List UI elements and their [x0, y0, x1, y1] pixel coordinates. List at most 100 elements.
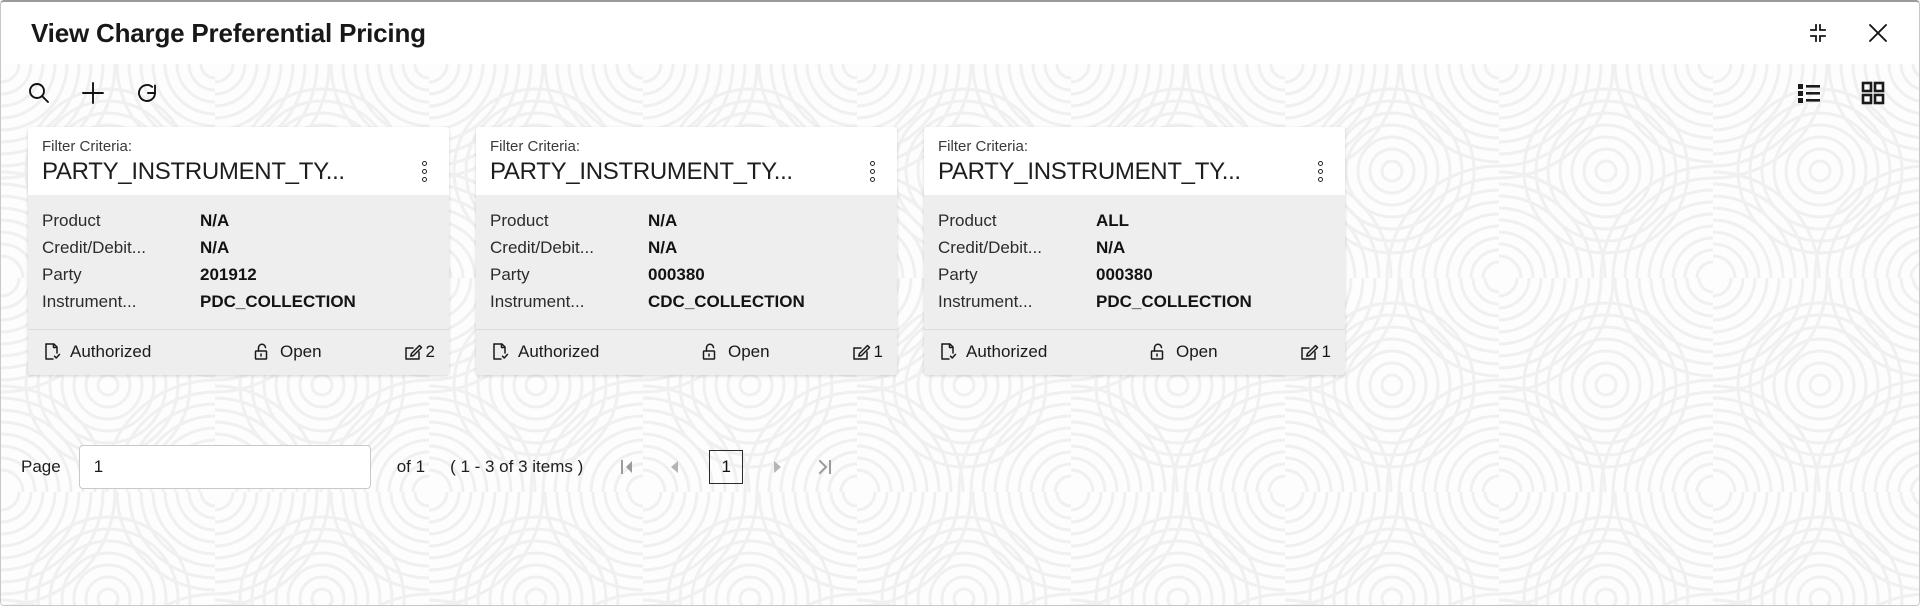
card-field-row: Party 000380 [938, 262, 1331, 288]
unlock-icon [1148, 342, 1168, 362]
card-body: Product N/A Credit/Debit... N/A Party 00… [476, 195, 897, 329]
next-page-icon[interactable] [763, 452, 791, 482]
action-toolbar [1, 64, 1919, 122]
card-field-row: Product ALL [938, 208, 1331, 234]
field-value: 000380 [1096, 262, 1153, 288]
field-value: PDC_COLLECTION [200, 289, 356, 315]
prev-page-icon[interactable] [661, 452, 689, 482]
last-page-icon[interactable] [811, 452, 839, 482]
field-label: Instrument... [938, 289, 1096, 315]
lock-badge: Open [1148, 342, 1218, 362]
page-total-label: of 1 [397, 457, 425, 477]
unlock-icon [252, 342, 272, 362]
field-value: PDC_COLLECTION [1096, 289, 1252, 315]
close-icon[interactable] [1861, 16, 1895, 50]
card-body: Product N/A Credit/Debit... N/A Party 20… [28, 195, 449, 329]
status-text: Authorized [518, 342, 599, 362]
pagination-bar: Page of 1 ( 1 - 3 of 3 items ) 1 [1, 445, 1919, 489]
card-sublabel: Filter Criteria: [938, 137, 1309, 157]
field-label: Credit/Debit... [42, 235, 200, 261]
field-label: Instrument... [42, 289, 200, 315]
field-value: N/A [200, 235, 229, 261]
card-field-row: Party 000380 [490, 262, 883, 288]
page-input[interactable] [79, 445, 371, 489]
grid-view-icon[interactable] [1853, 73, 1893, 113]
field-label: Party [42, 262, 200, 288]
card-field-row: Product N/A [490, 208, 883, 234]
content-area: Filter Criteria: PARTY_INSTRUMENT_TY... … [1, 64, 1919, 605]
card-header-texts: Filter Criteria: PARTY_INSTRUMENT_TY... [42, 137, 413, 187]
document-check-icon [938, 342, 958, 362]
kebab-menu-icon[interactable] [1309, 161, 1331, 182]
card-title: PARTY_INSTRUMENT_TY... [42, 157, 413, 187]
page-title: View Charge Preferential Pricing [31, 18, 426, 49]
lock-badge: Open [252, 342, 322, 362]
field-label: Product [42, 208, 200, 234]
toolbar-right-group [1789, 73, 1893, 113]
current-page-button[interactable]: 1 [709, 450, 743, 484]
card-header: Filter Criteria: PARTY_INSTRUMENT_TY... [476, 127, 897, 195]
application-window: View Charge Preferential Pricing [0, 0, 1920, 606]
record-card[interactable]: Filter Criteria: PARTY_INSTRUMENT_TY... … [924, 127, 1345, 375]
pager-controls: 1 [613, 450, 839, 484]
card-field-row: Credit/Debit... N/A [938, 235, 1331, 261]
field-value: N/A [648, 235, 677, 261]
field-label: Instrument... [490, 289, 648, 315]
document-check-icon [490, 342, 510, 362]
field-label: Credit/Debit... [490, 235, 648, 261]
field-value: CDC_COLLECTION [648, 289, 805, 315]
items-range-label: ( 1 - 3 of 3 items ) [450, 457, 583, 477]
field-value: N/A [1096, 235, 1125, 261]
record-card[interactable]: Filter Criteria: PARTY_INSTRUMENT_TY... … [28, 127, 449, 375]
field-label: Party [490, 262, 648, 288]
lock-text: Open [728, 342, 770, 362]
card-field-row: Instrument... CDC_COLLECTION [490, 289, 883, 315]
status-badge: Authorized [490, 342, 700, 362]
unlock-icon [700, 342, 720, 362]
card-footer: Authorized Open [924, 329, 1345, 375]
kebab-menu-icon[interactable] [413, 161, 435, 182]
lock-badge: Open [700, 342, 770, 362]
card-field-row: Instrument... PDC_COLLECTION [42, 289, 435, 315]
card-footer: Authorized Open [476, 329, 897, 375]
status-badge: Authorized [42, 342, 252, 362]
edit-count: 1 [1299, 342, 1331, 362]
status-badge: Authorized [938, 342, 1148, 362]
card-title: PARTY_INSTRUMENT_TY... [938, 157, 1309, 187]
field-value: N/A [648, 208, 677, 234]
field-value: 000380 [648, 262, 705, 288]
window-controls [1801, 16, 1895, 50]
field-value: ALL [1096, 208, 1129, 234]
edit-square-icon [851, 342, 871, 362]
card-header-texts: Filter Criteria: PARTY_INSTRUMENT_TY... [938, 137, 1309, 187]
card-list: Filter Criteria: PARTY_INSTRUMENT_TY... … [1, 122, 1919, 375]
field-value: 201912 [200, 262, 257, 288]
edit-count: 2 [403, 342, 435, 362]
card-header-texts: Filter Criteria: PARTY_INSTRUMENT_TY... [490, 137, 861, 187]
edit-square-icon [1299, 342, 1319, 362]
count-text: 2 [426, 342, 435, 362]
collapse-icon[interactable] [1801, 16, 1835, 50]
card-header: Filter Criteria: PARTY_INSTRUMENT_TY... [924, 127, 1345, 195]
plus-icon[interactable] [73, 73, 113, 113]
card-sublabel: Filter Criteria: [42, 137, 413, 157]
record-card[interactable]: Filter Criteria: PARTY_INSTRUMENT_TY... … [476, 127, 897, 375]
field-label: Product [938, 208, 1096, 234]
refresh-icon[interactable] [127, 73, 167, 113]
edit-count: 1 [851, 342, 883, 362]
document-check-icon [42, 342, 62, 362]
card-body: Product ALL Credit/Debit... N/A Party 00… [924, 195, 1345, 329]
field-label: Credit/Debit... [938, 235, 1096, 261]
first-page-icon[interactable] [613, 452, 641, 482]
card-sublabel: Filter Criteria: [490, 137, 861, 157]
field-value: N/A [200, 208, 229, 234]
card-field-row: Product N/A [42, 208, 435, 234]
toolbar-left-group [19, 73, 167, 113]
kebab-menu-icon[interactable] [861, 161, 883, 182]
search-icon[interactable] [19, 73, 59, 113]
count-text: 1 [874, 342, 883, 362]
list-view-icon[interactable] [1789, 73, 1829, 113]
status-text: Authorized [70, 342, 151, 362]
card-footer: Authorized Open [28, 329, 449, 375]
title-bar: View Charge Preferential Pricing [1, 2, 1919, 64]
